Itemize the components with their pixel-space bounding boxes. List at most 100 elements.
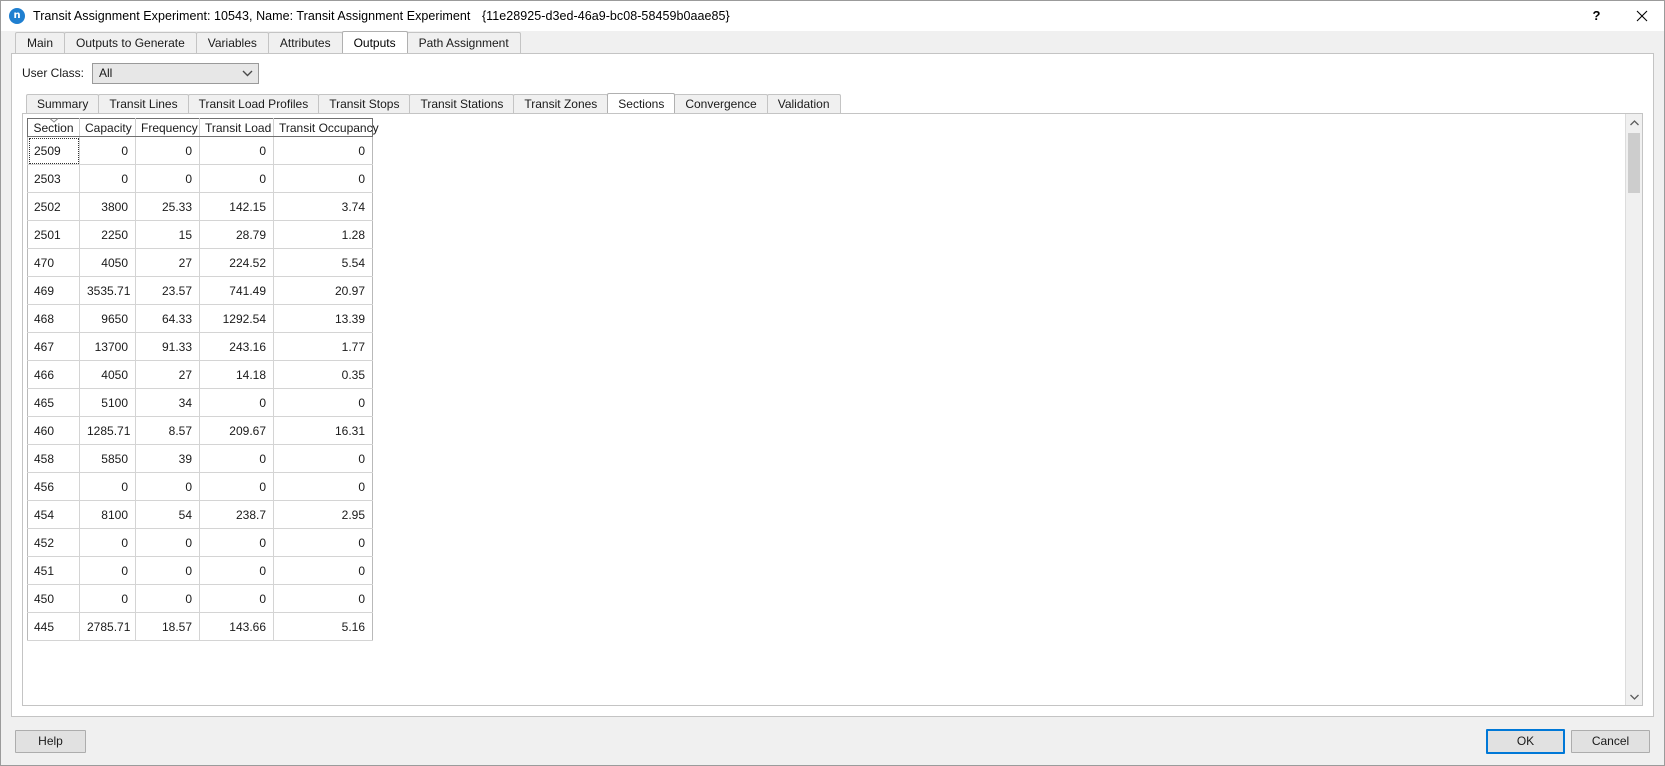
tab-transit-stations[interactable]: Transit Stations bbox=[409, 94, 515, 113]
table-cell[interactable]: 741.49 bbox=[199, 276, 274, 305]
table-cell[interactable]: 0 bbox=[79, 136, 136, 165]
tab-validation[interactable]: Validation bbox=[766, 94, 841, 113]
table-row[interactable]: 445 2785.71 18.57 143.66 5.16 bbox=[27, 612, 373, 641]
table-cell[interactable]: 0 bbox=[79, 556, 136, 585]
table-cell[interactable]: 0 bbox=[79, 528, 136, 557]
tab-main[interactable]: Main bbox=[15, 32, 66, 53]
table-cell[interactable]: 13.39 bbox=[273, 304, 373, 333]
table-cell[interactable]: 13700 bbox=[79, 332, 136, 361]
table-cell[interactable]: 468 bbox=[27, 304, 80, 333]
column-header-transit-occupancy[interactable]: Transit Occupancy bbox=[273, 118, 379, 137]
table-cell[interactable]: 15 bbox=[135, 220, 200, 249]
table-cell[interactable]: 224.52 bbox=[199, 248, 274, 277]
table-cell[interactable]: 20.97 bbox=[273, 276, 373, 305]
table-row[interactable]: 450 0 0 0 0 bbox=[27, 584, 373, 613]
table-cell[interactable]: 143.66 bbox=[199, 612, 274, 641]
table-row[interactable]: 456 0 0 0 0 bbox=[27, 472, 373, 501]
table-row[interactable]: 2502 3800 25.33 142.15 3.74 bbox=[27, 192, 373, 221]
table-cell[interactable]: 238.7 bbox=[199, 500, 274, 529]
table-cell[interactable]: 460 bbox=[27, 416, 80, 445]
table-cell[interactable]: 2.95 bbox=[273, 500, 373, 529]
table-cell[interactable]: 469 bbox=[27, 276, 80, 305]
table-row[interactable]: 2503 0 0 0 0 bbox=[27, 164, 373, 193]
table-cell[interactable]: 23.57 bbox=[135, 276, 200, 305]
table-cell[interactable]: 0 bbox=[79, 164, 136, 193]
table-row[interactable]: 460 1285.71 8.57 209.67 16.31 bbox=[27, 416, 373, 445]
table-cell[interactable]: 0 bbox=[79, 584, 136, 613]
scroll-track[interactable] bbox=[1626, 131, 1642, 688]
table-cell[interactable]: 0 bbox=[273, 528, 373, 557]
table-row[interactable]: 469 3535.71 23.57 741.49 20.97 bbox=[27, 276, 373, 305]
table-cell[interactable]: 450 bbox=[27, 584, 80, 613]
tab-convergence[interactable]: Convergence bbox=[674, 94, 768, 113]
table-row[interactable]: 454 8100 54 238.7 2.95 bbox=[27, 500, 373, 529]
tab-transit-zones[interactable]: Transit Zones bbox=[513, 94, 609, 113]
table-cell[interactable]: 8100 bbox=[79, 500, 136, 529]
table-cell[interactable]: 2501 bbox=[27, 220, 80, 249]
table-row[interactable]: 465 5100 34 0 0 bbox=[27, 388, 373, 417]
table-cell[interactable]: 28.79 bbox=[199, 220, 274, 249]
table-cell[interactable]: 2785.71 bbox=[79, 612, 136, 641]
table-cell[interactable]: 5100 bbox=[79, 388, 136, 417]
cancel-button[interactable]: Cancel bbox=[1571, 729, 1650, 753]
column-header-capacity[interactable]: Capacity bbox=[79, 118, 136, 137]
table-cell[interactable]: 0 bbox=[135, 472, 200, 501]
table-row[interactable]: 458 5850 39 0 0 bbox=[27, 444, 373, 473]
table-cell[interactable]: 3535.71 bbox=[79, 276, 136, 305]
table-cell[interactable]: 458 bbox=[27, 444, 80, 473]
table-cell[interactable]: 2509 bbox=[27, 136, 80, 165]
table-cell[interactable]: 0 bbox=[135, 528, 200, 557]
column-header-section[interactable]: Section bbox=[27, 118, 80, 137]
table-cell[interactable]: 0.35 bbox=[273, 360, 373, 389]
table-cell[interactable]: 5.54 bbox=[273, 248, 373, 277]
table-cell[interactable]: 0 bbox=[199, 388, 274, 417]
table-cell[interactable]: 0 bbox=[199, 164, 274, 193]
table-cell[interactable]: 8.57 bbox=[135, 416, 200, 445]
column-header-transit-load[interactable]: Transit Load bbox=[199, 118, 274, 137]
table-cell[interactable]: 1.28 bbox=[273, 220, 373, 249]
table-cell[interactable]: 4050 bbox=[79, 360, 136, 389]
table-cell[interactable]: 0 bbox=[199, 136, 274, 165]
table-row[interactable]: 468 9650 64.33 1292.54 13.39 bbox=[27, 304, 373, 333]
tab-transit-lines[interactable]: Transit Lines bbox=[98, 94, 189, 113]
table-cell[interactable]: 91.33 bbox=[135, 332, 200, 361]
tab-attributes[interactable]: Attributes bbox=[267, 32, 343, 53]
table-row[interactable]: 451 0 0 0 0 bbox=[27, 556, 373, 585]
column-header-frequency[interactable]: Frequency bbox=[135, 118, 200, 137]
table-cell[interactable]: 0 bbox=[273, 556, 373, 585]
scroll-up-button[interactable] bbox=[1626, 114, 1642, 131]
table-cell[interactable]: 1292.54 bbox=[199, 304, 274, 333]
tab-summary[interactable]: Summary bbox=[26, 94, 100, 113]
table-cell[interactable]: 142.15 bbox=[199, 192, 274, 221]
table-cell[interactable]: 0 bbox=[199, 528, 274, 557]
table-cell[interactable]: 27 bbox=[135, 360, 200, 389]
table-cell[interactable]: 5.16 bbox=[273, 612, 373, 641]
table-cell[interactable]: 16.31 bbox=[273, 416, 373, 445]
tab-outputs[interactable]: Outputs bbox=[341, 31, 408, 53]
close-icon[interactable] bbox=[1619, 1, 1664, 30]
table-cell[interactable]: 0 bbox=[273, 388, 373, 417]
table-cell[interactable]: 3.74 bbox=[273, 192, 373, 221]
table-cell[interactable]: 452 bbox=[27, 528, 80, 557]
table-cell[interactable]: 4050 bbox=[79, 248, 136, 277]
table-cell[interactable]: 9650 bbox=[79, 304, 136, 333]
table-cell[interactable]: 0 bbox=[199, 584, 274, 613]
table-row[interactable]: 452 0 0 0 0 bbox=[27, 528, 373, 557]
table-cell[interactable]: 451 bbox=[27, 556, 80, 585]
table-cell[interactable]: 0 bbox=[273, 584, 373, 613]
table-cell[interactable]: 445 bbox=[27, 612, 80, 641]
table-cell[interactable]: 0 bbox=[199, 556, 274, 585]
tab-transit-stops[interactable]: Transit Stops bbox=[318, 94, 411, 113]
table-cell[interactable]: 5850 bbox=[79, 444, 136, 473]
table-cell[interactable]: 466 bbox=[27, 360, 80, 389]
table-cell[interactable]: 34 bbox=[135, 388, 200, 417]
scroll-down-button[interactable] bbox=[1626, 688, 1642, 705]
table-cell[interactable]: 14.18 bbox=[199, 360, 274, 389]
table-cell[interactable]: 0 bbox=[273, 164, 373, 193]
table-cell[interactable]: 0 bbox=[273, 472, 373, 501]
table-cell[interactable]: 0 bbox=[135, 556, 200, 585]
table-cell[interactable]: 0 bbox=[135, 136, 200, 165]
table-cell[interactable]: 25.33 bbox=[135, 192, 200, 221]
table-row[interactable]: 470 4050 27 224.52 5.54 bbox=[27, 248, 373, 277]
table-cell[interactable]: 0 bbox=[79, 472, 136, 501]
